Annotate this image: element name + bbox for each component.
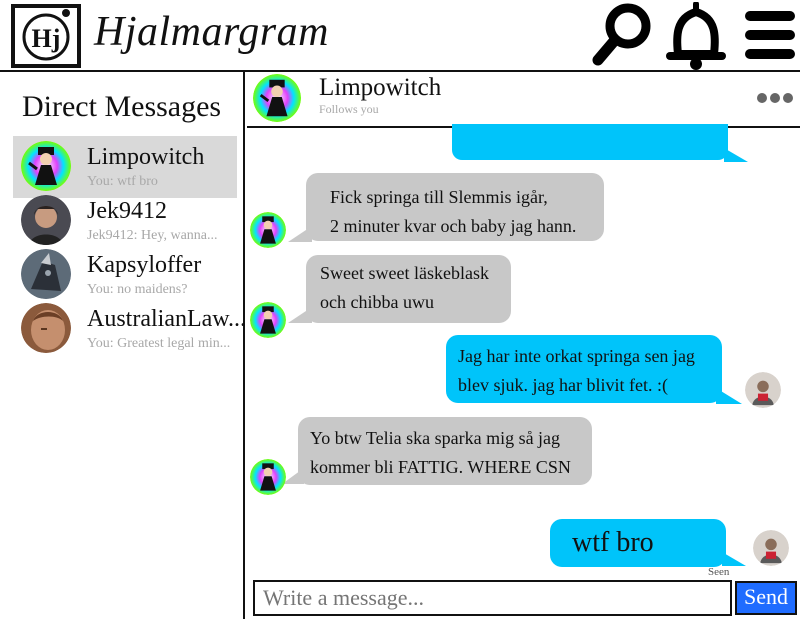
conversation-name: Kapsyloffer [87,252,202,278]
message-bubble-incoming: Yo btw Telia ska sparka mig så jag komme… [298,417,592,485]
conversation-item-kapsyloffer[interactable]: Kapsyloffer You: no maidens? [13,244,237,306]
message-line: Yo btw Telia ska sparka mig så jag [310,428,561,448]
avatar [21,195,71,245]
bubble-tail [724,148,748,162]
message-line: och chibba uwu [320,292,434,312]
conversation-name: Limpowitch [87,144,205,170]
logo-text: Hj [32,24,61,53]
message-line: blev sjuk. jag har blivit fet. :( [458,375,668,395]
sender-avatar [250,212,286,248]
avatar [21,303,71,353]
conversation-preview: You: no maidens? [87,282,188,297]
message-input[interactable] [253,580,732,616]
message-line: Fick springa till Slemmis igår, [330,187,548,207]
message-bubble-clipped [452,124,728,160]
contact-name[interactable]: Limpowitch [319,74,441,102]
message-line: kommer bli FATTIG. WHERE CSN [310,457,571,477]
sidebar-title: Direct Messages [22,90,222,123]
bubble-tail [288,226,312,242]
contact-avatar[interactable] [253,74,301,122]
message-bubble-outgoing: wtf bro [550,519,726,567]
chat-header: Limpowitch Follows you [247,72,800,128]
sender-avatar [250,302,286,338]
my-avatar [745,372,781,408]
message-line: 2 minuter kvar och baby jag hann. [330,216,577,236]
conversation-preview: You: Greatest legal min... [87,336,231,351]
my-avatar [753,530,789,566]
conversation-preview: Jek9412: Hey, wanna... [87,228,218,243]
send-button[interactable]: Send [735,581,797,615]
message-bubble-incoming: Fick springa till Slemmis igår, 2 minute… [306,173,604,241]
message-bubble-incoming: Sweet sweet läskeblask och chibba uwu [306,255,511,323]
conversation-item-australianlaw[interactable]: AustralianLaw... You: Greatest legal min… [13,298,246,360]
conversation-item-limpowitch[interactable]: Limpowitch You: wtf bro [13,136,237,198]
bubble-tail [288,307,312,323]
bubble-tail [716,388,742,404]
conversation-name: Jek9412 [87,198,167,224]
seen-receipt: Seen [708,566,730,578]
conversation-name: AustralianLaw... [87,306,247,332]
sender-avatar [250,459,286,495]
avatar [21,249,71,299]
menu-icon[interactable] [742,4,798,66]
conversation-preview: You: wtf bro [87,174,158,189]
conversation-item-jek9412[interactable]: Jek9412 Jek9412: Hey, wanna... [13,190,237,252]
message-line: Jag har inte orkat springa sen jag [458,346,695,366]
avatar [21,141,71,191]
message-line: wtf bro [572,527,654,558]
bubble-tail [722,552,746,566]
message-bubble-outgoing: Jag har inte orkat springa sen jag blev … [446,335,722,403]
message-line: Sweet sweet läskeblask [320,263,489,283]
app-brand: Hjalmargram [94,9,329,55]
follow-status: Follows you [319,102,379,116]
app-logo[interactable]: Hj [10,3,82,69]
conversation-sidebar: Direct Messages Limpowitch You: wtf bro [0,72,246,619]
search-icon[interactable] [590,2,654,68]
bell-icon[interactable] [664,2,728,72]
more-options-icon[interactable] [757,90,800,104]
app-header: Hj Hjalmargram [0,0,800,72]
